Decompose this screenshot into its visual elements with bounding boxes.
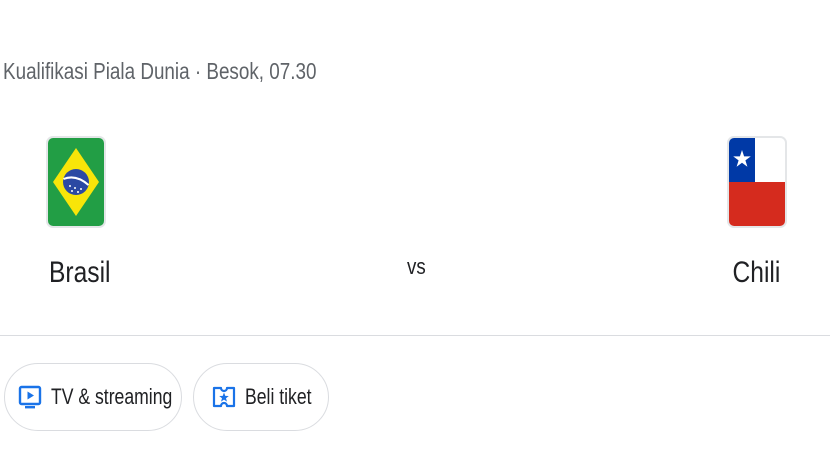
buy-ticket-label: Beli tiket <box>245 384 312 409</box>
vs-label: vs <box>407 254 426 279</box>
buy-ticket-button[interactable]: Beli tiket <box>193 363 329 431</box>
brazil-flag-icon[interactable] <box>48 138 104 226</box>
tv-streaming-button[interactable]: TV & streaming <box>4 363 182 431</box>
away-team-name[interactable]: Chili <box>732 256 780 290</box>
chile-flag-icon[interactable] <box>729 138 785 226</box>
tv-streaming-label: TV & streaming <box>51 384 173 409</box>
ticket-star-icon <box>212 385 236 409</box>
tv-play-icon <box>18 385 42 409</box>
divider <box>0 335 830 336</box>
match-header: Kualifikasi Piala Dunia · Besok, 07.30 <box>3 58 317 84</box>
home-team-name[interactable]: Brasil <box>49 256 111 290</box>
